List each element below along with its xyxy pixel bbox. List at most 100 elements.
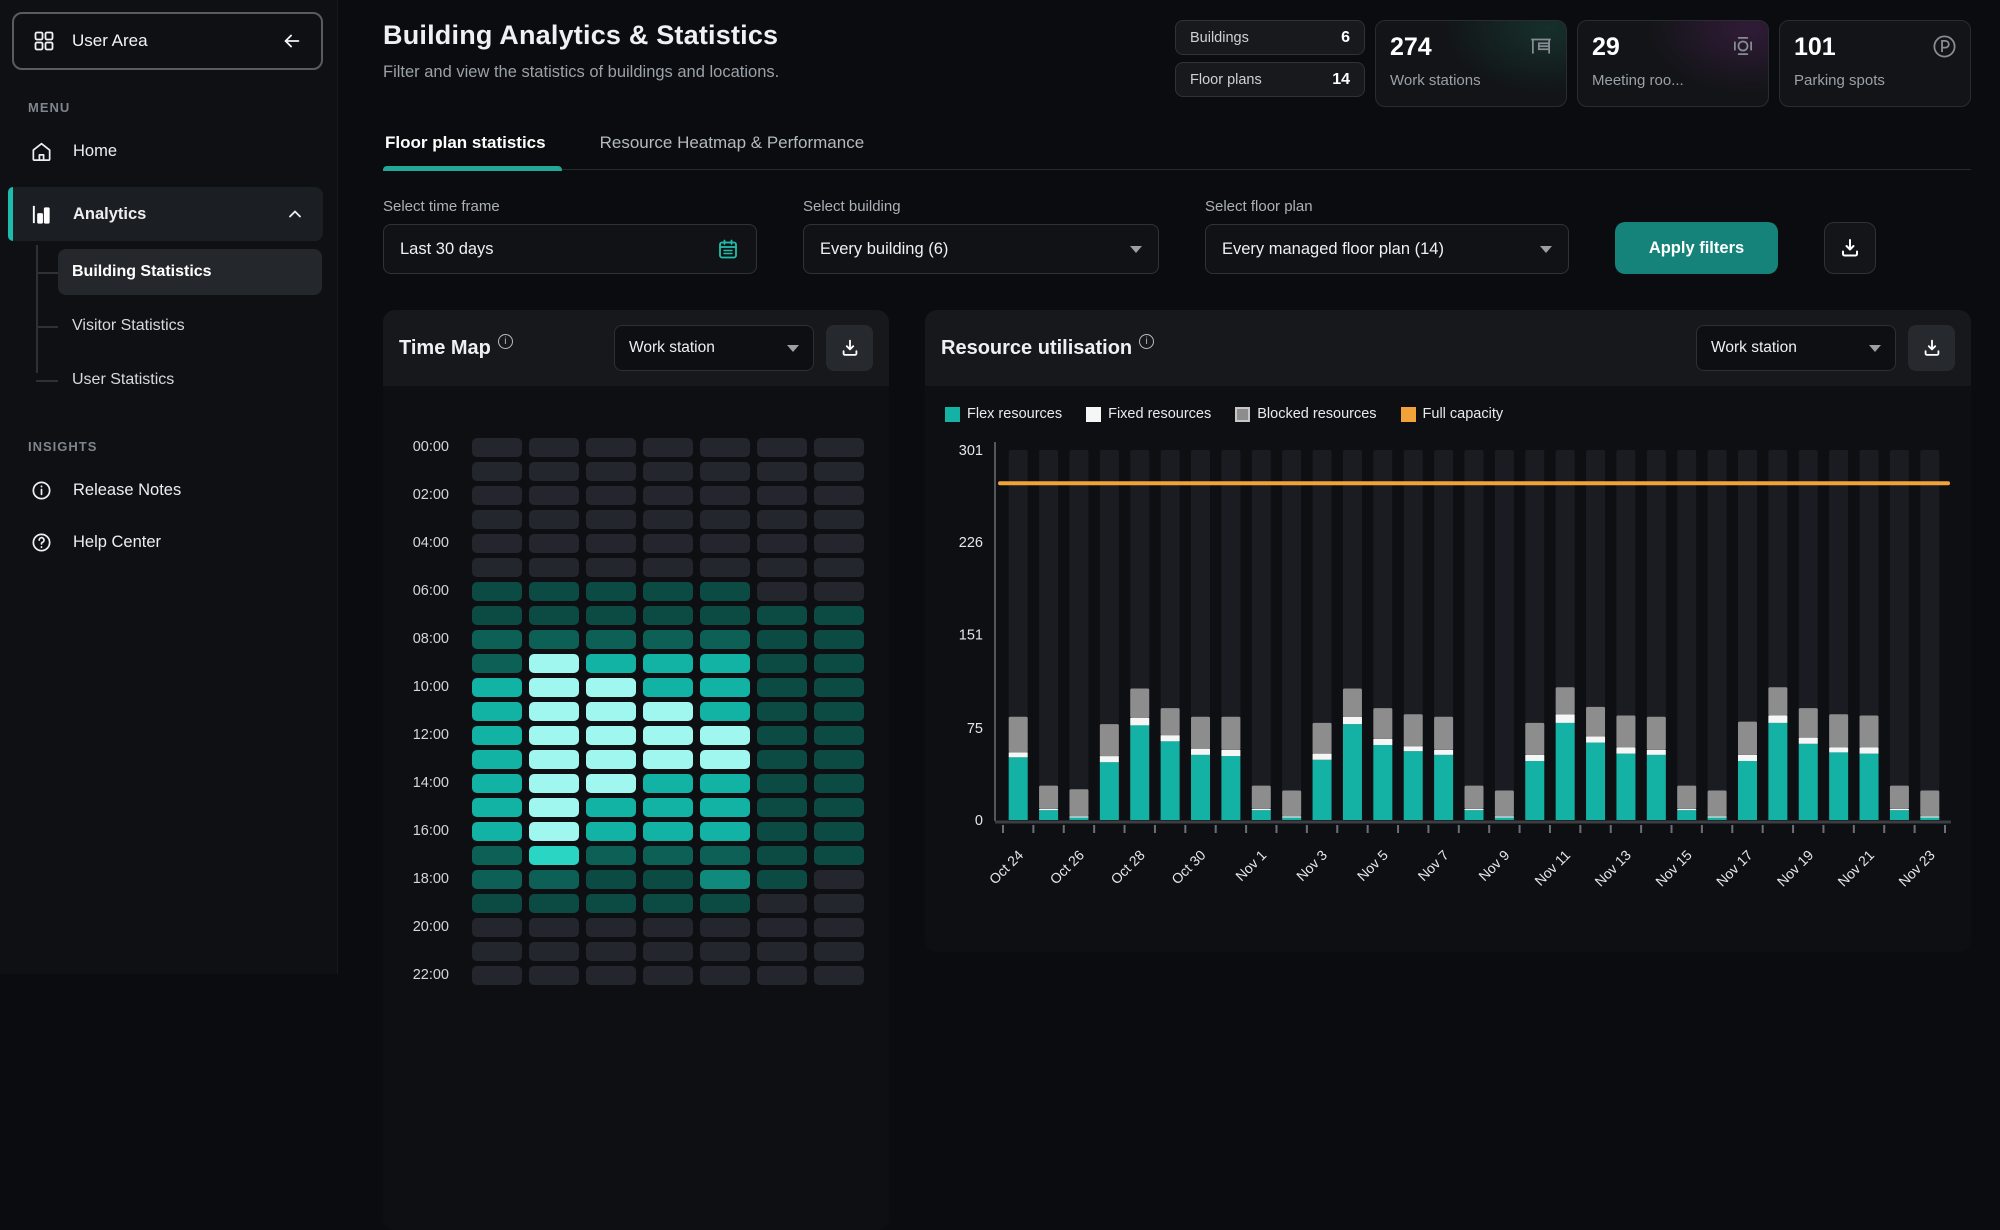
parking-icon: [1931, 33, 1958, 65]
legend-item: Full capacity: [1401, 406, 1504, 422]
heatmap-cell: [814, 846, 864, 865]
heatmap-cell: [757, 558, 807, 577]
heatmap-cell: [643, 558, 693, 577]
workspace-switcher[interactable]: User Area: [12, 12, 323, 70]
floor-plan-select-value: Every managed floor plan (14): [1222, 240, 1514, 259]
heatmap-cell: [700, 726, 750, 745]
utilisation-resource-value: Work station: [1711, 339, 1859, 357]
legend-item: Blocked resources: [1235, 406, 1376, 422]
bar-segment: [1039, 786, 1058, 809]
heatmap-cell: [814, 966, 864, 985]
time-frame-input[interactable]: Last 30 days: [383, 224, 757, 274]
bar-track: [1920, 450, 1939, 820]
bar-segment: [1677, 810, 1696, 820]
building-select[interactable]: Every building (6): [803, 224, 1159, 274]
heatmap-cell: [529, 438, 579, 457]
stat-label: Parking spots: [1794, 72, 1956, 89]
bar-segment: [1495, 816, 1514, 817]
heatmap-cell: [586, 966, 636, 985]
x-tick-label: Nov 21: [1834, 847, 1877, 890]
heatmap-cell: [700, 966, 750, 985]
utilisation-download-button[interactable]: [1908, 325, 1955, 371]
sidebar-item-help-center[interactable]: Help Center: [0, 516, 337, 568]
heatmap-cell: [586, 534, 636, 553]
info-icon[interactable]: i: [498, 334, 513, 349]
sidebar-item-building-statistics[interactable]: Building Statistics: [58, 249, 322, 295]
heatmap-time-label: 12:00: [403, 726, 465, 745]
heatmap-cell: [643, 438, 693, 457]
main-content: Building Analytics & Statistics Filter a…: [338, 0, 2000, 974]
heatmap-time-label: 04:00: [403, 534, 465, 553]
heatmap-cell: [472, 942, 522, 961]
heatmap-cell: [586, 750, 636, 769]
heatmap-cell: [643, 702, 693, 721]
download-filters-button[interactable]: [1824, 222, 1876, 274]
heatmap-cell: [757, 918, 807, 937]
bar-segment: [1100, 756, 1119, 762]
floor-plan-select[interactable]: Every managed floor plan (14): [1205, 224, 1569, 274]
bar-segment: [1009, 717, 1028, 753]
sidebar-item-label: User Statistics: [72, 371, 174, 389]
heatmap-cell: [472, 438, 522, 457]
bar-segment: [1221, 717, 1240, 750]
heatmap-cell: [814, 822, 864, 841]
sidebar-item-release-notes[interactable]: Release Notes: [0, 464, 337, 516]
stat-label: Meeting roo...: [1592, 72, 1754, 89]
heatmap-cell: [700, 606, 750, 625]
bar-segment: [1282, 818, 1301, 820]
sidebar-item-label: Home: [73, 142, 117, 161]
time-map-resource-select[interactable]: Work station: [614, 325, 814, 371]
heatmap-cell: [586, 438, 636, 457]
tab-resource-heatmap-performance[interactable]: Resource Heatmap & Performance: [598, 123, 867, 169]
heatmap-cell: [643, 582, 693, 601]
tab-floor-plan-statistics[interactable]: Floor plan statistics: [383, 123, 548, 169]
utilisation-chart-wrap: 075151226301Oct 24Oct 26Oct 28Oct 30Nov …: [925, 422, 1971, 937]
page-title: Building Analytics & Statistics: [383, 20, 779, 51]
sidebar-item-visitor-statistics[interactable]: Visitor Statistics: [58, 303, 322, 349]
heatmap-cell: [472, 822, 522, 841]
sidebar-item-home[interactable]: Home: [0, 125, 337, 177]
heatmap-cell: [529, 774, 579, 793]
info-icon[interactable]: i: [1139, 334, 1154, 349]
x-tick-label: Oct 30: [1168, 847, 1209, 888]
apply-filters-button[interactable]: Apply filters: [1615, 222, 1778, 274]
heatmap-cell: [757, 486, 807, 505]
heatmap-cell: [643, 606, 693, 625]
heatmap-cell: [700, 870, 750, 889]
heatmap-time-label: [403, 510, 465, 529]
heatmap-cell: [472, 702, 522, 721]
x-tick-label: Oct 24: [986, 847, 1027, 888]
heatmap-cell: [700, 654, 750, 673]
bar-segment: [1252, 810, 1271, 820]
x-tick-label: Nov 13: [1591, 847, 1634, 890]
heatmap-cell: [586, 798, 636, 817]
heatmap-cell: [472, 870, 522, 889]
bar-segment: [1373, 745, 1392, 820]
bar-segment: [1860, 747, 1879, 753]
heatmap-time-label: [403, 558, 465, 577]
bar-segment: [1191, 717, 1210, 749]
sidebar-item-user-statistics[interactable]: User Statistics: [58, 357, 322, 403]
heatmap-cell: [700, 486, 750, 505]
bar-segment: [1282, 790, 1301, 816]
heatmap-cell: [472, 750, 522, 769]
sidebar-item-analytics[interactable]: Analytics: [8, 187, 323, 241]
heatmap-cell: [529, 726, 579, 745]
time-map-download-button[interactable]: [826, 325, 873, 371]
utilisation-resource-select[interactable]: Work station: [1696, 325, 1896, 371]
legend-swatch: [945, 407, 960, 422]
heatmap-cell: [757, 846, 807, 865]
heatmap-cell: [643, 654, 693, 673]
bar-segment: [1708, 790, 1727, 816]
bar-segment: [1586, 736, 1605, 742]
info-circle-icon: [30, 479, 53, 502]
arrow-left-icon[interactable]: [281, 30, 303, 52]
work-stations-card: 274 Work stations: [1375, 20, 1567, 107]
bar-segment: [1525, 761, 1544, 820]
chevron-down-icon: [787, 345, 799, 352]
bar-segment: [1677, 786, 1696, 809]
question-circle-icon: [30, 531, 53, 554]
chevron-down-icon: [1130, 246, 1142, 253]
bar-track: [1677, 450, 1696, 820]
bar-segment: [1313, 760, 1332, 820]
